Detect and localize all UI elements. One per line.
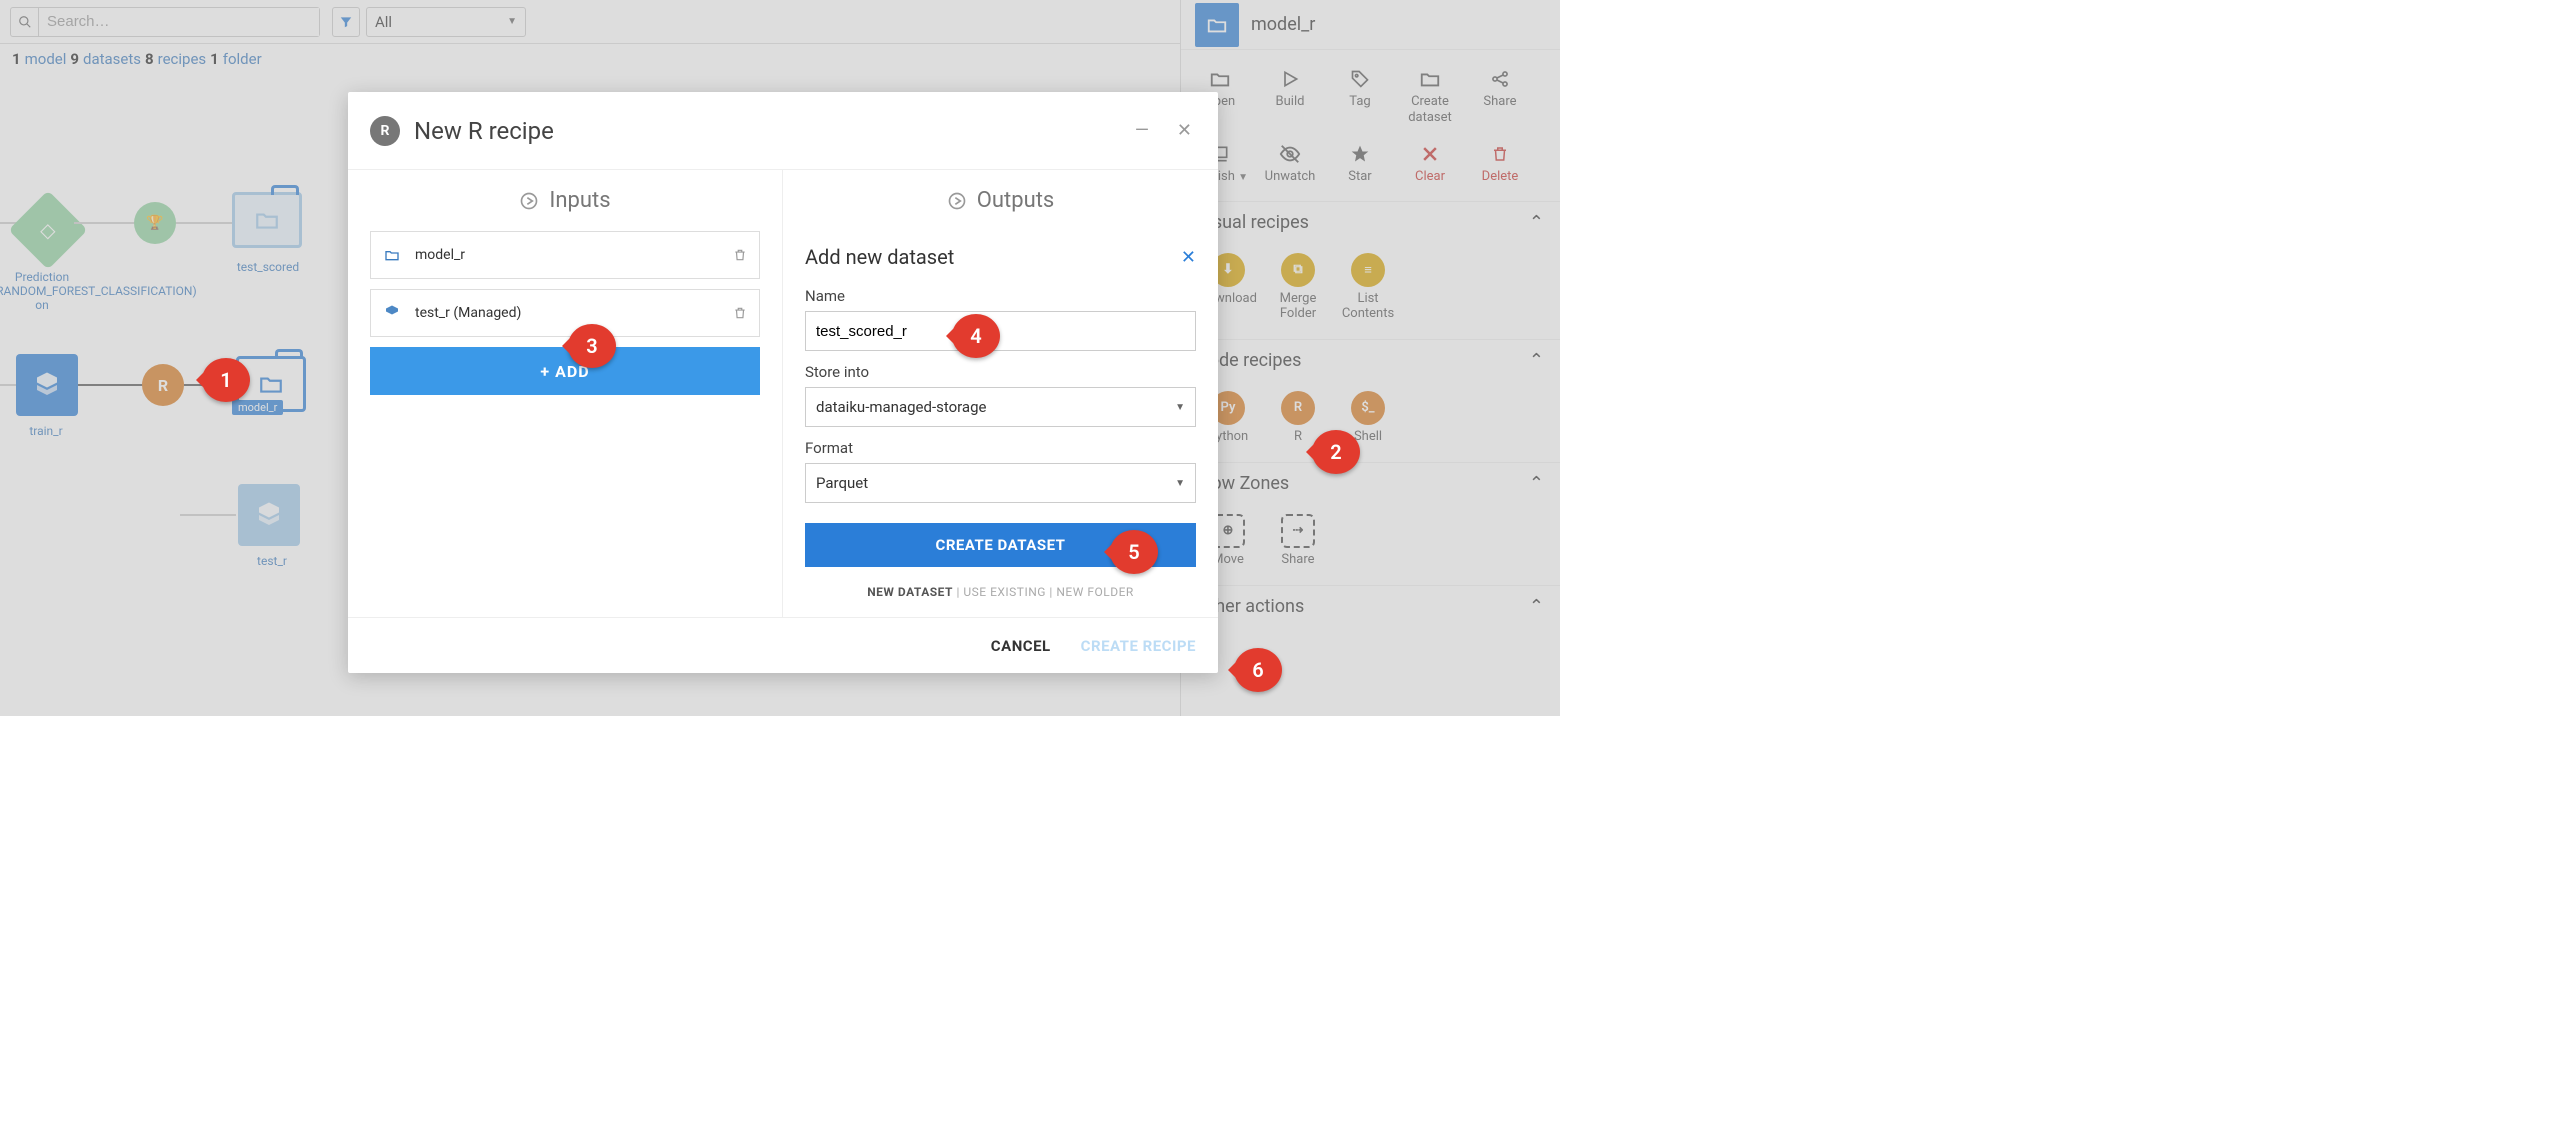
close-icon[interactable]: ✕ (1173, 116, 1196, 145)
output-mode-tabs: NEW DATASET | USE EXISTING | NEW FOLDER (805, 585, 1196, 599)
cancel-button[interactable]: CANCEL (991, 637, 1051, 655)
input-name: model_r (415, 247, 465, 263)
dataset-icon (383, 304, 405, 322)
tab-use-existing[interactable]: USE EXISTING (963, 585, 1046, 599)
format-dropdown[interactable]: Parquet▼ (805, 463, 1196, 503)
output-name-input[interactable] (805, 311, 1196, 351)
step-bubble-2: 2 (1312, 430, 1360, 474)
input-row-model-r: model_r (370, 231, 760, 279)
chevron-down-icon: ▼ (1175, 402, 1185, 413)
input-row-test-r: test_r (Managed) (370, 289, 760, 337)
folder-icon (383, 247, 405, 263)
step-bubble-4: 4 (952, 314, 1000, 358)
new-r-recipe-modal: R New R recipe — ✕ Inputs model_r test_r… (348, 92, 1218, 673)
step-bubble-5: 5 (1110, 530, 1158, 574)
r-icon: R (370, 116, 400, 146)
remove-input-button[interactable] (733, 247, 747, 263)
inputs-header: Inputs (348, 170, 782, 231)
remove-input-button[interactable] (733, 305, 747, 321)
chevron-down-icon: ▼ (1175, 478, 1185, 489)
name-label: Name (805, 287, 1196, 305)
store-into-dropdown[interactable]: dataiku-managed-storage▼ (805, 387, 1196, 427)
close-output-icon[interactable]: ✕ (1181, 247, 1196, 268)
step-bubble-3: 3 (568, 324, 616, 368)
minimize-icon[interactable]: — (1131, 116, 1153, 145)
modal-title: New R recipe (414, 117, 554, 145)
step-bubble-6: 6 (1234, 648, 1282, 692)
outputs-header: Outputs (783, 170, 1218, 231)
step-bubble-1: 1 (202, 358, 250, 402)
store-into-label: Store into (805, 363, 1196, 381)
add-new-dataset-title: Add new dataset (805, 245, 954, 269)
tab-new-dataset[interactable]: NEW DATASET (867, 585, 953, 599)
create-recipe-button[interactable]: CREATE RECIPE (1081, 637, 1196, 655)
tab-new-folder[interactable]: NEW FOLDER (1056, 585, 1133, 599)
input-name: test_r (Managed) (415, 305, 521, 321)
format-label: Format (805, 439, 1196, 457)
